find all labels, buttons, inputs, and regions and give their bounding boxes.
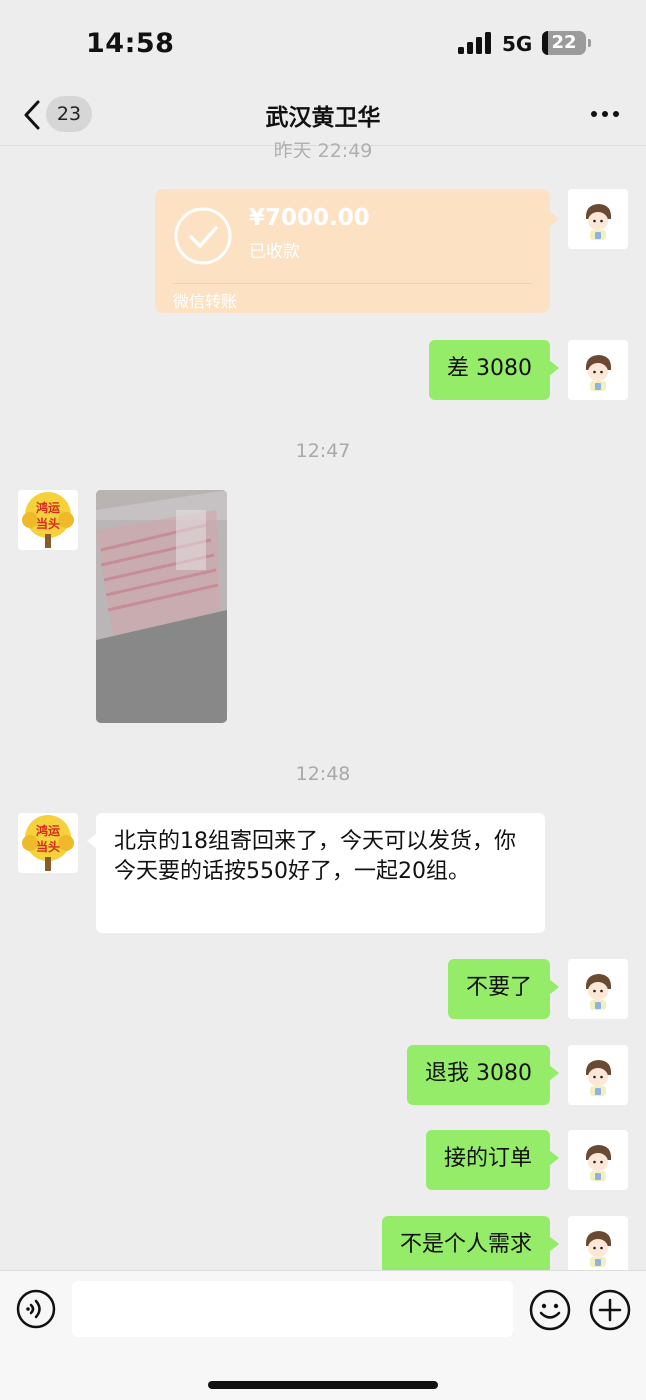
my-avatar[interactable] <box>568 1130 628 1190</box>
message-bubble-outgoing[interactable]: 接的订单 <box>425 1130 560 1190</box>
more-options-icon[interactable] <box>588 100 622 128</box>
boy-avatar-icon <box>568 1045 628 1105</box>
battery-level: 22 <box>551 32 577 53</box>
svg-text:当头: 当头 <box>36 839 60 854</box>
network-type: 5G <box>502 32 533 56</box>
plus-icon[interactable] <box>589 1289 631 1331</box>
lucky-tree-avatar-icon: 鸿运 当头 <box>18 490 78 550</box>
transfer-divider <box>173 283 532 284</box>
timestamp: 12:48 <box>295 763 351 785</box>
message-bubble-outgoing[interactable]: 退我 3080 <box>407 1045 559 1105</box>
message-bubble-outgoing[interactable]: 不要了 <box>447 959 560 1019</box>
my-avatar[interactable] <box>568 1216 628 1276</box>
svg-text:鸿运: 鸿运 <box>36 500 60 515</box>
voice-icon[interactable] <box>16 1289 56 1329</box>
my-avatar[interactable] <box>568 1045 628 1105</box>
transfer-label: 微信转账 <box>173 292 238 311</box>
emoji-icon[interactable] <box>529 1289 571 1331</box>
timestamp: 12:47 <box>295 440 351 462</box>
battery-icon: 22 <box>542 31 591 55</box>
contact-avatar[interactable]: 鸿运 当头 <box>18 813 78 873</box>
transfer-amount: ¥7000.00 <box>249 205 370 231</box>
svg-text:鸿运: 鸿运 <box>36 823 60 838</box>
status-time: 14:58 <box>86 28 175 59</box>
lucky-tree-avatar-icon: 鸿运 当头 <box>18 813 78 873</box>
boy-avatar-icon <box>568 189 628 249</box>
svg-text:当头: 当头 <box>36 516 60 531</box>
boy-avatar-icon <box>568 1130 628 1190</box>
image-message[interactable] <box>96 490 227 723</box>
message-bubble-outgoing[interactable]: 差 3080 <box>429 340 559 400</box>
check-circle-icon <box>174 207 232 265</box>
message-bubble-outgoing[interactable]: 不是个人需求 <box>381 1216 560 1276</box>
transfer-card[interactable]: ¥7000.00 已收款 微信转账 <box>155 189 559 313</box>
my-avatar[interactable] <box>568 189 628 249</box>
contact-avatar[interactable]: 鸿运 当头 <box>18 490 78 550</box>
timestamp-partial: 昨天 22:49 <box>273 140 373 158</box>
boy-avatar-icon <box>568 340 628 400</box>
message-bubble-incoming[interactable]: 北京的18组寄回来了，今天可以发货，你今天要的话按550好了，一起20组。 <box>87 813 545 933</box>
boy-avatar-icon <box>568 1216 628 1276</box>
chat-title: 武汉黄卫华 <box>265 105 381 131</box>
signal-icon <box>458 32 491 54</box>
home-indicator[interactable] <box>208 1381 438 1389</box>
boy-avatar-icon <box>568 959 628 1019</box>
message-input[interactable] <box>72 1281 513 1337</box>
my-avatar[interactable] <box>568 959 628 1019</box>
status-bar: 14:58 5G 22 <box>0 0 646 88</box>
photo-thumbnail-icon <box>96 490 227 723</box>
transfer-status: 已收款 <box>249 242 300 262</box>
my-avatar[interactable] <box>568 340 628 400</box>
